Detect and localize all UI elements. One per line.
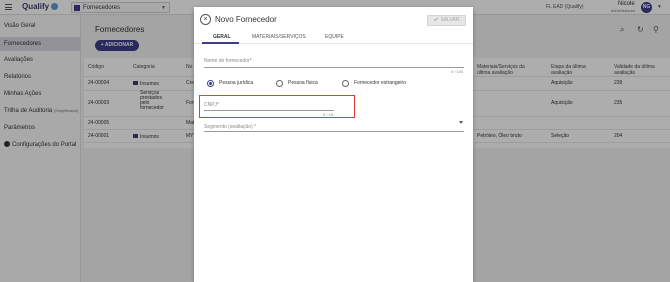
- chevron-down-icon: [459, 121, 463, 124]
- supplier-name-placeholder: Nome do fornecedor*: [204, 58, 252, 64]
- segment-placeholder: Segmento (avaliação) *: [204, 124, 256, 130]
- input-underline: [204, 67, 464, 68]
- tab-materiais-servicos[interactable]: MATERIAIS/SERVIÇOS: [252, 34, 306, 40]
- radio-pessoa-fisica[interactable]: [276, 80, 283, 87]
- dialog-title: Novo Fornecedor: [215, 15, 277, 24]
- highlight-box: [199, 95, 355, 118]
- new-supplier-dialog: × Novo Fornecedor SALVAR GERAL MATERIAIS…: [194, 7, 473, 282]
- radio-label: Fornecedor estrangeiro: [354, 80, 406, 86]
- save-button[interactable]: SALVAR: [427, 15, 466, 26]
- check-icon: [433, 16, 438, 22]
- radio-pessoa-juridica[interactable]: [207, 80, 214, 87]
- radio-label: Pessoa física: [288, 80, 318, 86]
- tab-bar: GERAL MATERIAIS/SERVIÇOS EQUIPE: [194, 30, 473, 44]
- close-button[interactable]: ×: [200, 14, 211, 25]
- close-icon: ×: [203, 16, 208, 23]
- tab-equipe[interactable]: EQUIPE: [325, 34, 344, 40]
- radio-label: Pessoa jurídica: [219, 80, 254, 86]
- char-counter: 0 / 100: [451, 69, 464, 74]
- active-tab-indicator: [202, 42, 239, 44]
- input-underline: [204, 131, 464, 132]
- radio-fornecedor-estrangeiro[interactable]: [342, 80, 349, 87]
- tab-geral[interactable]: GERAL: [213, 34, 231, 40]
